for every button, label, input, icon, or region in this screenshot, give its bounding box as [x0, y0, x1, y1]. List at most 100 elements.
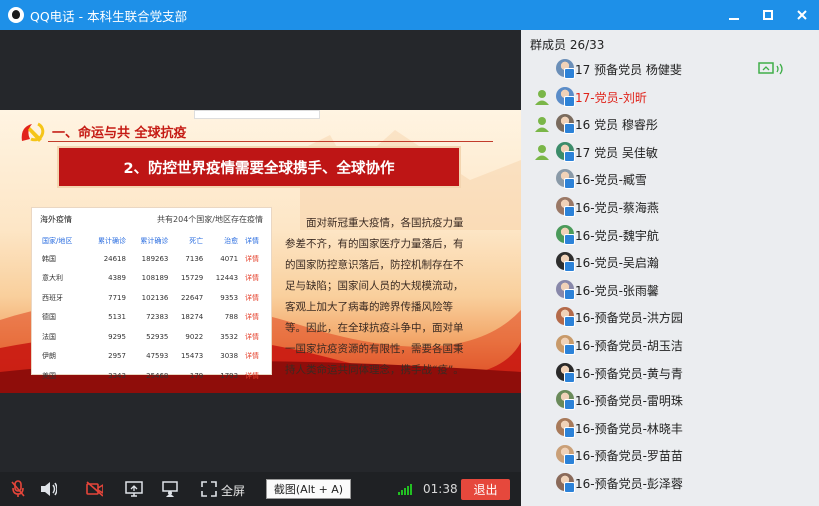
- call-timer: 01:38: [423, 482, 458, 496]
- table-header-row: 国家/地区 累计确诊 累计确诊 死亡 治愈 详情: [40, 233, 264, 249]
- mic-status-icon: [564, 399, 575, 411]
- slide-divider: [48, 141, 493, 142]
- member-row[interactable]: 16-预备党员-雷明珠: [521, 386, 819, 414]
- minimize-button[interactable]: [717, 0, 751, 30]
- slide-banner: 2、防控世界疫情需要全球携手、全球协作: [57, 146, 461, 188]
- table-cell: 15473: [180, 352, 204, 361]
- table-cell: 3038: [220, 352, 239, 361]
- video-on-icon: [534, 89, 550, 105]
- member-row[interactable]: 16-预备党员-彭泽蓉: [521, 469, 819, 497]
- member-row[interactable]: 16-预备党员-胡玉洁: [521, 331, 819, 359]
- member-name: 16 党员 穆睿彤: [575, 118, 658, 133]
- fullscreen-icon[interactable]: [200, 480, 218, 498]
- table-cell: 详情: [245, 293, 260, 302]
- member-name: 17-党员-刘昕: [575, 90, 647, 105]
- table-cell: 9353: [220, 293, 239, 302]
- mic-status-icon: [564, 344, 575, 355]
- member-row[interactable]: 16-党员-蔡海燕: [521, 193, 819, 221]
- mic-status-icon: [564, 454, 575, 466]
- speaker-icon[interactable]: [39, 480, 57, 498]
- member-row[interactable]: 16-党员-魏宇航: [521, 221, 819, 249]
- table-cell: 美国: [42, 371, 56, 380]
- table-cell: 4389: [108, 274, 126, 283]
- call-toolbar: 全屏 截图(Alt + A) 01:38 退出: [0, 472, 521, 506]
- member-name: 17 预备党员 杨健斐: [575, 63, 682, 77]
- table-cell: 4071: [220, 254, 239, 263]
- table-cell: 7136: [185, 254, 204, 263]
- mic-status-icon: [564, 233, 575, 245]
- table-cell: 9022: [185, 332, 204, 341]
- table-cell: 25468: [146, 371, 169, 380]
- table-row: 西班牙 7719 102136 22647 9353 详情: [40, 288, 264, 308]
- slide-tab-strip: [194, 110, 320, 119]
- mic-status-icon: [564, 426, 575, 438]
- minimize-icon: [729, 18, 739, 20]
- member-row[interactable]: 16-预备党员-黄与青: [521, 359, 819, 387]
- mic-status-icon: [564, 178, 575, 190]
- mic-status-icon: [564, 288, 575, 300]
- sharing-screen-icon: [758, 62, 788, 79]
- table-cell: 788: [224, 313, 239, 322]
- table-cell: 韩国: [42, 254, 56, 263]
- member-name: 16-党员-臧雪: [575, 173, 647, 188]
- member-name: 16-预备党员-黄与青: [575, 366, 683, 381]
- close-button[interactable]: [785, 0, 819, 30]
- camera-off-icon[interactable]: [85, 480, 103, 498]
- screenshot-button[interactable]: 截图(Alt + A): [266, 479, 351, 499]
- member-name: 16-预备党员-胡玉洁: [575, 339, 683, 353]
- signal-strength-icon: [398, 484, 412, 495]
- mic-status-icon: [564, 261, 575, 273]
- table-row: 意大利 4389 108189 15729 12443 详情: [40, 269, 264, 289]
- member-name: 16-党员-吴启瀚: [575, 256, 659, 271]
- table-cell: 详情: [245, 274, 260, 283]
- table-cell: 12443: [215, 274, 239, 283]
- table-cell: 52935: [146, 332, 169, 341]
- fullscreen-label[interactable]: 全屏: [221, 482, 245, 499]
- table-cell: 2957: [108, 352, 126, 361]
- member-row[interactable]: 17 预备党员 杨健斐: [521, 55, 819, 83]
- table-cell: 详情: [245, 371, 260, 380]
- presenter-icon[interactable]: [161, 480, 179, 498]
- table-cell: 7719: [108, 293, 126, 302]
- overseas-epidemic-card: 海外疫情 共有204个国家/地区存在疫情 国家/地区 累计确诊 累计确诊 死亡 …: [31, 207, 272, 380]
- member-count-header: 群成员 26/33: [530, 38, 605, 52]
- member-row[interactable]: 16-预备党员-林晓丰: [521, 414, 819, 442]
- member-row[interactable]: 17 党员 吴佳敏: [521, 138, 819, 166]
- table-cell: 西班牙: [42, 293, 63, 302]
- member-row[interactable]: 16-党员-张雨馨: [521, 276, 819, 304]
- party-emblem-icon: [21, 122, 45, 142]
- mic-muted-icon[interactable]: [9, 480, 27, 498]
- table-cell: 108189: [141, 274, 169, 283]
- table-cell: 5131: [108, 313, 126, 322]
- table-cell: 22647: [180, 293, 204, 302]
- table-cell: 德国: [42, 313, 56, 322]
- table-row: 伊朗 2957 47593 15473 3038 详情: [40, 347, 264, 367]
- shared-screen-view[interactable]: 一、命运与共 全球抗疫 2、防控世界疫情需要全球携手、全球协作 海外疫情 共有2…: [0, 30, 521, 472]
- epidemic-table: 国家/地区 累计确诊 累计确诊 死亡 治愈 详情 韩国 24618 189263 71…: [40, 233, 264, 386]
- member-panel: 群成员 26/33 17 预备党员 杨健斐 17-党员-刘昕 16 党员 穆睿彤 17…: [521, 30, 819, 506]
- slide-paragraph: 面对新冠重大疫情，各国抗疫力量参差不齐，有的国家医疗力量落后，有的国家防控意识落…: [285, 217, 464, 376]
- table-cell: 15729: [180, 274, 204, 283]
- member-row[interactable]: 16-预备党员-洪方园: [521, 303, 819, 331]
- table-cell: 法国: [42, 332, 56, 341]
- maximize-button[interactable]: [751, 0, 785, 30]
- member-row[interactable]: 16-党员-臧雪: [521, 165, 819, 193]
- member-row[interactable]: 16-党员-吴启瀚: [521, 248, 819, 276]
- member-row[interactable]: 16 党员 穆睿彤: [521, 110, 819, 138]
- mic-status-icon: [564, 123, 575, 135]
- window-title: QQ电话 - 本科生联合党支部: [30, 8, 188, 24]
- slide-section-title: 一、命运与共 全球抗疫: [52, 126, 187, 141]
- member-name: 16-党员-魏宇航: [575, 228, 659, 243]
- video-on-icon: [534, 144, 550, 160]
- screen-share-icon[interactable]: [125, 480, 143, 498]
- exit-call-button[interactable]: 退出: [461, 479, 510, 500]
- table-header: 死亡: [189, 237, 204, 245]
- member-name: 16-预备党员-雷明珠: [575, 394, 683, 409]
- member-name: 16-预备党员-洪方园: [575, 311, 683, 326]
- table-cell: 1793: [220, 371, 239, 380]
- member-row[interactable]: 17-党员-刘昕: [521, 83, 819, 111]
- table-header: 国家/地区: [42, 237, 73, 245]
- member-row[interactable]: 16-预备党员-罗苗苗: [521, 441, 819, 469]
- mic-status-icon: [564, 68, 575, 79]
- table-cell: 意大利: [42, 274, 63, 283]
